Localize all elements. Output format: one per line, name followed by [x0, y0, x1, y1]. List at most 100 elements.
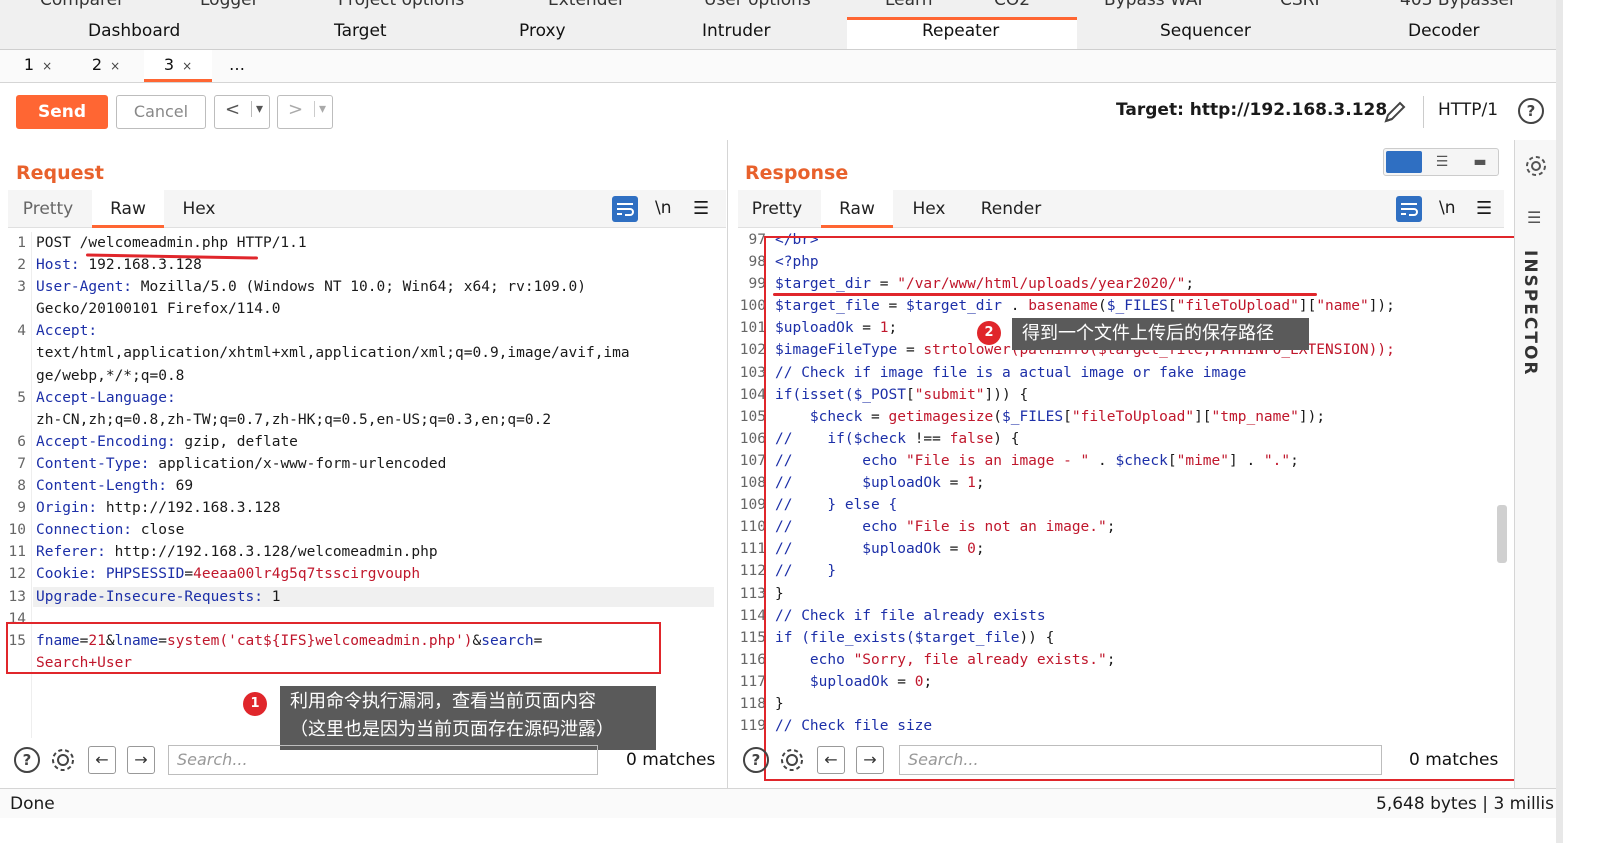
tab-logger[interactable]: Logger [200, 0, 259, 10]
tab-learn[interactable]: Learn [885, 0, 933, 10]
request-editor[interactable]: POST /welcomeadmin.php HTTP/1.1 Host: 192… [36, 232, 630, 674]
close-icon[interactable]: × [182, 59, 192, 73]
search-prev-button[interactable]: ← [817, 746, 845, 774]
line-number: 97 [748, 232, 766, 248]
line-number: 12 [8, 566, 26, 583]
http-version[interactable]: HTTP/1 [1438, 100, 1498, 120]
tab-csrf[interactable]: CSRF [1280, 0, 1324, 10]
response-tab-pretty[interactable]: Pretty [743, 190, 811, 228]
tab-proxy[interactable]: Proxy [519, 21, 566, 41]
back-arrow-icon[interactable]: < [225, 99, 240, 120]
back-button-group[interactable]: < ▾ [214, 95, 270, 129]
tab-bypass-waf[interactable]: Bypass WAF [1104, 0, 1207, 10]
cancel-button[interactable]: Cancel [116, 95, 206, 129]
split-vertical-icon[interactable]: ☰ [1424, 151, 1460, 173]
line-number: 99 [748, 276, 766, 293]
line-number: 114 [739, 607, 766, 624]
search-prev-button[interactable]: ← [88, 746, 116, 774]
menu-icon[interactable]: ☰ [693, 198, 709, 219]
request-tab-pretty[interactable]: Pretty [14, 190, 82, 228]
tab-comparer[interactable]: Comparer [40, 0, 124, 10]
line-number: 117 [739, 673, 766, 690]
subtab-more[interactable]: … [214, 50, 260, 82]
line-number: 111 [739, 541, 766, 558]
search-next-button[interactable]: → [856, 746, 884, 774]
response-tab-hex[interactable]: Hex [900, 190, 958, 228]
word-wrap-icon[interactable] [612, 196, 638, 222]
gear-icon[interactable] [1522, 152, 1550, 184]
code-line: Origin: http://192.168.3.128 [36, 500, 281, 517]
line-number: 13 [8, 588, 26, 605]
code-line: Cookie: PHPSESSID=4eeaa00lr4g5q7tsscirgv… [36, 566, 421, 583]
request-tab-hex[interactable]: Hex [170, 190, 228, 228]
lines-icon[interactable]: ☰ [1527, 208, 1541, 227]
line-number: 11 [8, 544, 26, 561]
split-horizontal-icon[interactable] [1386, 151, 1422, 173]
line-number: 116 [739, 651, 766, 668]
tab-extender[interactable]: Extender [548, 0, 625, 10]
chevron-down-icon[interactable]: ▾ [314, 101, 326, 117]
forward-arrow-icon[interactable]: > [288, 99, 303, 120]
subtab-label: 1 [23, 55, 35, 74]
line-number: 1 [17, 235, 26, 251]
subtab-2[interactable]: 2 × [76, 50, 136, 82]
subtab-label: 2 [91, 55, 103, 74]
tab-sequencer[interactable]: Sequencer [1160, 21, 1251, 41]
help-icon[interactable]: ? [743, 747, 769, 773]
tab-user-options[interactable]: User options [704, 0, 811, 10]
line-number: 115 [739, 629, 766, 646]
search-next-button[interactable]: → [127, 746, 155, 774]
single-pane-icon[interactable]: ▬ [1462, 151, 1498, 173]
forward-button-group[interactable]: > ▾ [277, 95, 333, 129]
tab-403-bypasser[interactable]: 403 Bypasser [1400, 0, 1516, 10]
code-line: Accept: [36, 323, 98, 340]
line-number: 6 [17, 433, 26, 450]
subtab-3[interactable]: 3 × [144, 50, 212, 82]
help-icon[interactable]: ? [14, 747, 40, 773]
line-number: 119 [739, 718, 766, 735]
underline-annotation [773, 293, 1317, 296]
tab-target[interactable]: Target [334, 21, 387, 41]
newline-toggle[interactable]: \n [1439, 198, 1456, 218]
help-icon[interactable]: ? [1518, 98, 1544, 124]
code-line: Accept-Language: [36, 389, 176, 406]
chevron-down-icon[interactable]: ▾ [251, 101, 263, 117]
repeater-subtab-bar: 1 × 2 × 3 × … [0, 50, 1556, 83]
settings-gear-icon[interactable] [777, 745, 807, 779]
line-number: 98 [748, 254, 766, 271]
tab-dashboard[interactable]: Dashboard [88, 21, 180, 41]
line-number: 5 [17, 389, 26, 406]
line-number: 106 [739, 430, 766, 447]
line-number: 8 [17, 478, 26, 495]
close-icon[interactable]: × [42, 59, 52, 73]
request-title: Request [16, 162, 104, 184]
code-line: text/html,application/xhtml+xml,applicat… [36, 345, 630, 362]
response-search-input[interactable]: Search... [899, 745, 1382, 775]
tab-repeater[interactable]: Repeater [922, 21, 999, 41]
response-tab-raw[interactable]: Raw [821, 190, 893, 228]
response-tab-render[interactable]: Render [972, 190, 1050, 228]
tab-decoder[interactable]: Decoder [1408, 21, 1480, 41]
code-line: Upgrade-Insecure-Requests: 1 [36, 588, 281, 605]
edit-pencil-icon[interactable] [1380, 97, 1410, 131]
line-number: 102 [739, 342, 766, 359]
settings-gear-icon[interactable] [48, 745, 78, 779]
tab-co2[interactable]: CO2 [994, 0, 1030, 10]
divider [1423, 96, 1424, 128]
close-icon[interactable]: × [110, 59, 120, 73]
code-line: zh-CN,zh;q=0.8,zh-TW;q=0.7,zh-HK;q=0.5,e… [36, 411, 552, 428]
tab-project-options[interactable]: Project options [338, 0, 464, 10]
send-button[interactable]: Send [16, 95, 108, 129]
tab-intruder[interactable]: Intruder [702, 21, 770, 41]
inspector-label[interactable]: INSPECTOR [1520, 250, 1540, 376]
annotation-badge-2: 2 [977, 321, 1001, 345]
request-tab-raw[interactable]: Raw [92, 190, 164, 228]
menu-icon[interactable]: ☰ [1476, 198, 1492, 219]
subtab-1[interactable]: 1 × [8, 50, 68, 82]
code-line: Content-Length: 69 [36, 478, 194, 495]
line-number: 9 [17, 500, 26, 517]
request-search-input[interactable]: Search... [168, 745, 598, 775]
code-line: Connection: close [36, 522, 185, 539]
newline-toggle[interactable]: \n [655, 198, 672, 218]
word-wrap-icon[interactable] [1396, 196, 1422, 222]
